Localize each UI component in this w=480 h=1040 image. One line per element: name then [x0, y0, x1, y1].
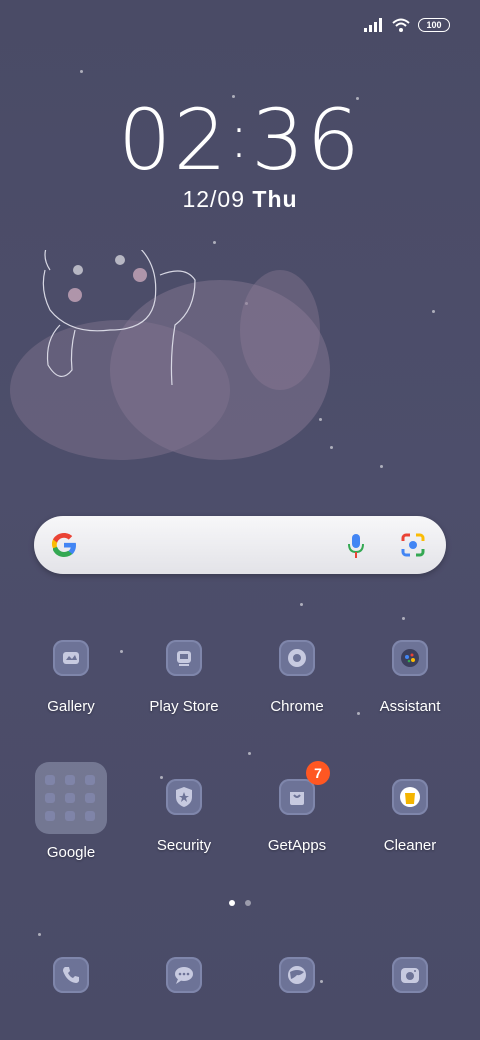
app-label: Security — [156, 837, 212, 854]
dock-messages[interactable] — [129, 957, 239, 993]
clock[interactable]: 02:36 — [0, 92, 480, 185]
battery-indicator: 100 — [418, 18, 450, 32]
camera-icon — [392, 957, 428, 993]
app-gallery[interactable]: Gallery — [16, 640, 126, 715]
app-assistant[interactable]: Assistant — [355, 640, 465, 715]
clock-separator: : — [228, 102, 252, 172]
dock-phone[interactable] — [16, 957, 126, 993]
dock-camera[interactable] — [355, 957, 465, 993]
app-label: Chrome — [270, 698, 324, 715]
wallpaper-bear-doodle — [10, 250, 330, 460]
getapps-icon — [279, 779, 315, 815]
date-day: 12/09 — [182, 186, 245, 212]
play-store-icon — [166, 640, 202, 676]
chrome-icon — [279, 640, 315, 676]
signal-icon — [364, 18, 382, 32]
phone-icon — [53, 957, 89, 993]
page-indicator[interactable] — [0, 900, 480, 906]
google-lens-icon[interactable] — [400, 532, 426, 558]
clock-hours: 02 — [118, 91, 229, 189]
page-dot[interactable] — [245, 900, 251, 906]
app-label: Google — [46, 844, 96, 861]
app-security[interactable]: Security — [129, 779, 239, 854]
date[interactable]: 12/09 Thu — [0, 186, 480, 213]
app-label: Gallery — [47, 698, 95, 715]
folder-google[interactable]: Google — [16, 762, 126, 861]
app-cleaner[interactable]: Cleaner — [355, 779, 465, 854]
browser-icon — [279, 957, 315, 993]
microphone-icon[interactable] — [346, 532, 366, 560]
app-chrome[interactable]: Chrome — [242, 640, 352, 715]
app-label: GetApps — [267, 837, 327, 854]
google-g-icon — [51, 533, 76, 557]
gallery-icon — [53, 640, 89, 676]
clock-minutes: 36 — [251, 91, 362, 189]
dock-browser[interactable] — [242, 957, 352, 993]
page-dot-active[interactable] — [229, 900, 235, 906]
app-play-store[interactable]: Play Store — [129, 640, 239, 715]
messages-icon — [166, 957, 202, 993]
app-getapps[interactable]: 7 GetApps — [242, 761, 352, 854]
date-weekday: Thu — [252, 186, 298, 212]
security-icon — [166, 779, 202, 815]
cleaner-icon — [392, 779, 428, 815]
status-bar: 100 — [364, 18, 450, 32]
google-search-bar[interactable] — [34, 516, 446, 574]
app-label: Assistant — [379, 698, 441, 715]
app-label: Play Store — [149, 698, 219, 715]
notification-badge: 7 — [306, 761, 330, 785]
folder-icon — [35, 762, 107, 834]
assistant-icon — [392, 640, 428, 676]
app-label: Cleaner — [383, 837, 437, 854]
wifi-icon — [392, 18, 410, 32]
